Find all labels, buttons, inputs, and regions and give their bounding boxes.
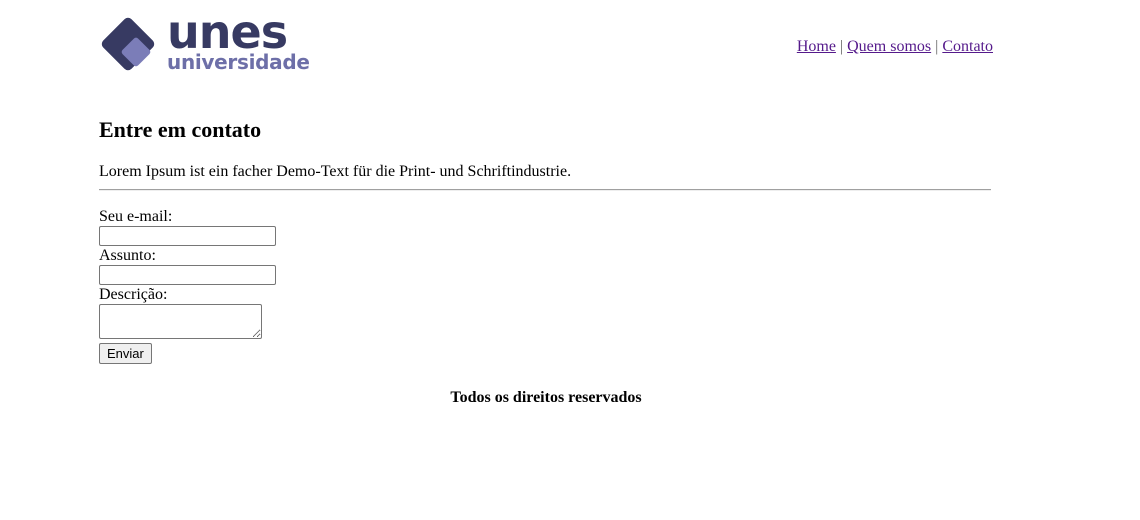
description-field[interactable] bbox=[99, 304, 262, 339]
nav-separator: | bbox=[839, 38, 844, 55]
header: unes universidade Home | Quem somos | Co… bbox=[99, 0, 993, 100]
submit-button[interactable]: Enviar bbox=[99, 343, 152, 364]
nav-link-contato[interactable]: Contato bbox=[942, 38, 993, 55]
email-field[interactable] bbox=[99, 226, 276, 246]
main-nav: Home | Quem somos | Contato bbox=[797, 37, 993, 57]
divider bbox=[99, 189, 991, 191]
nav-separator: | bbox=[935, 38, 939, 55]
subject-field[interactable] bbox=[99, 265, 276, 285]
page-lead-text: Lorem Ipsum ist ein facher Demo-Text für… bbox=[99, 163, 572, 180]
email-label: Seu e-mail: bbox=[99, 208, 173, 225]
footer-text: Todos os direitos reservados bbox=[450, 389, 642, 406]
logo[interactable]: unes universidade bbox=[99, 9, 319, 77]
description-label: Descrição: bbox=[99, 286, 168, 303]
logo-diamond-icon bbox=[101, 17, 155, 71]
nav-link-quem-somos[interactable]: Quem somos bbox=[847, 38, 931, 55]
page-container: unes universidade Home | Quem somos | Co… bbox=[99, 0, 993, 406]
page-title: Entre em contato bbox=[99, 117, 262, 142]
subject-label: Assunto: bbox=[99, 247, 156, 264]
logo-subtitle: universidade bbox=[167, 50, 310, 74]
nav-link-home[interactable]: Home bbox=[797, 38, 836, 55]
contact-form: Seu e-mail: Assunto: Descrição: Enviar bbox=[99, 207, 276, 364]
logo-name: unes bbox=[167, 5, 288, 59]
